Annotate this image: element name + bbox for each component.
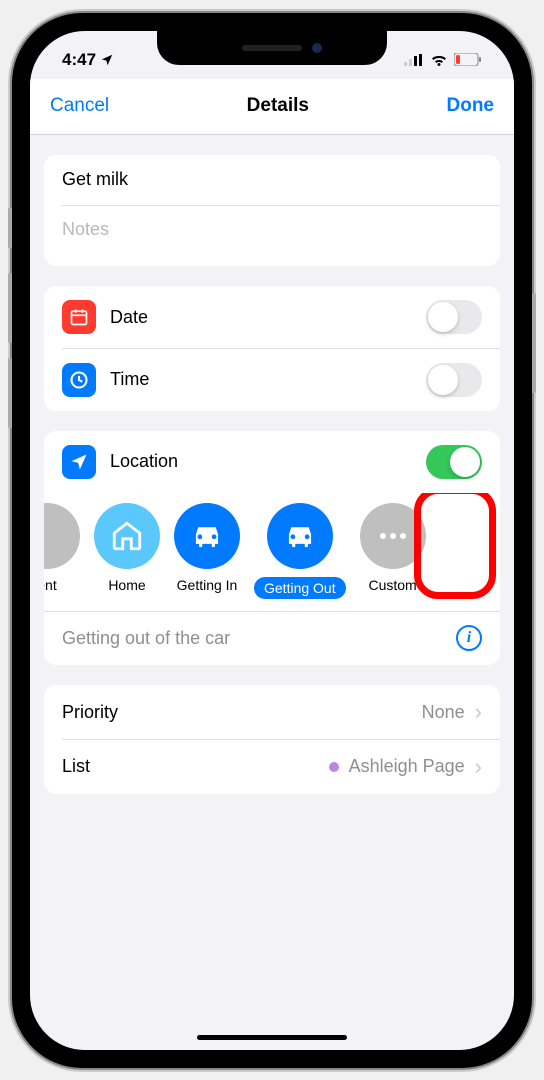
list-label: List — [62, 756, 329, 777]
home-icon — [94, 503, 160, 569]
screen: 4:47 Cancel Details Done — [30, 31, 514, 1050]
title-notes-card: Notes — [44, 155, 500, 267]
car-in-icon — [174, 503, 240, 569]
home-indicator[interactable] — [197, 1035, 347, 1040]
location-label-custom: Custom — [368, 577, 416, 593]
volume-up-button — [8, 273, 12, 343]
priority-list-card: Priority None › List Ashleigh Page › — [44, 685, 500, 794]
date-toggle[interactable] — [426, 300, 482, 334]
list-row[interactable]: List Ashleigh Page › — [44, 740, 500, 794]
location-label-getting-out: Getting Out — [254, 577, 346, 599]
chevron-right-icon: › — [475, 699, 482, 725]
wifi-icon — [430, 53, 448, 66]
navigation-bar: Cancel Details Done — [30, 79, 514, 135]
list-color-dot — [329, 762, 339, 772]
location-label: Location — [110, 451, 426, 472]
cellular-signal-icon — [404, 54, 424, 66]
location-services-icon — [100, 53, 114, 67]
mute-switch — [8, 208, 12, 248]
location-toggle[interactable] — [426, 445, 482, 479]
time-label: Time — [110, 369, 426, 390]
status-left: 4:47 — [62, 50, 114, 70]
done-button[interactable]: Done — [447, 95, 495, 117]
calendar-icon — [62, 300, 96, 334]
location-option-custom[interactable]: Custom — [360, 503, 426, 599]
info-icon[interactable]: i — [456, 625, 482, 651]
list-value: Ashleigh Page — [329, 756, 465, 777]
notes-placeholder: Notes — [62, 219, 109, 240]
location-label-home: Home — [108, 577, 145, 593]
location-option-getting-out[interactable]: Getting Out — [254, 503, 346, 599]
date-time-card: Date Time — [44, 286, 500, 411]
time-row: Time — [44, 349, 500, 411]
location-arrow-icon — [62, 445, 96, 479]
list-name: Ashleigh Page — [349, 756, 465, 777]
cancel-button[interactable]: Cancel — [50, 95, 109, 117]
phone-frame: 4:47 Cancel Details Done — [12, 13, 532, 1068]
time-toggle[interactable] — [426, 363, 482, 397]
status-right — [404, 53, 482, 66]
priority-label: Priority — [62, 702, 422, 723]
clock-icon — [62, 363, 96, 397]
notes-row[interactable]: Notes — [44, 205, 500, 266]
location-option-current[interactable]: ent — [44, 503, 80, 599]
status-time: 4:47 — [62, 50, 96, 70]
volume-down-button — [8, 358, 12, 428]
date-row: Date — [44, 286, 500, 348]
location-label-current: ent — [44, 577, 57, 593]
location-option-home[interactable]: Home — [94, 503, 160, 599]
location-card: Location ent Home — [44, 431, 500, 666]
page-title: Details — [247, 95, 309, 117]
current-location-icon — [44, 503, 80, 569]
location-options-scroller[interactable]: ent Home Getting In — [44, 493, 500, 611]
ellipsis-icon — [360, 503, 426, 569]
location-row: Location — [44, 431, 500, 493]
speaker — [242, 45, 302, 51]
priority-row[interactable]: Priority None › — [44, 685, 500, 739]
power-button — [532, 293, 536, 393]
front-camera — [312, 43, 322, 53]
notch — [157, 31, 387, 65]
location-detail-text: Getting out of the car — [62, 628, 230, 649]
title-row[interactable] — [44, 155, 500, 205]
battery-icon — [454, 53, 482, 66]
priority-value: None — [422, 702, 465, 723]
highlight-annotation — [414, 493, 496, 599]
chevron-right-icon: › — [475, 754, 482, 780]
location-label-getting-in: Getting In — [177, 577, 238, 593]
location-option-getting-in[interactable]: Getting In — [174, 503, 240, 599]
content-area: Notes Date Time — [30, 135, 514, 834]
location-detail-row[interactable]: Getting out of the car i — [44, 611, 500, 665]
car-out-icon — [267, 503, 333, 569]
date-label: Date — [110, 307, 426, 328]
reminder-title-input[interactable] — [62, 169, 482, 190]
